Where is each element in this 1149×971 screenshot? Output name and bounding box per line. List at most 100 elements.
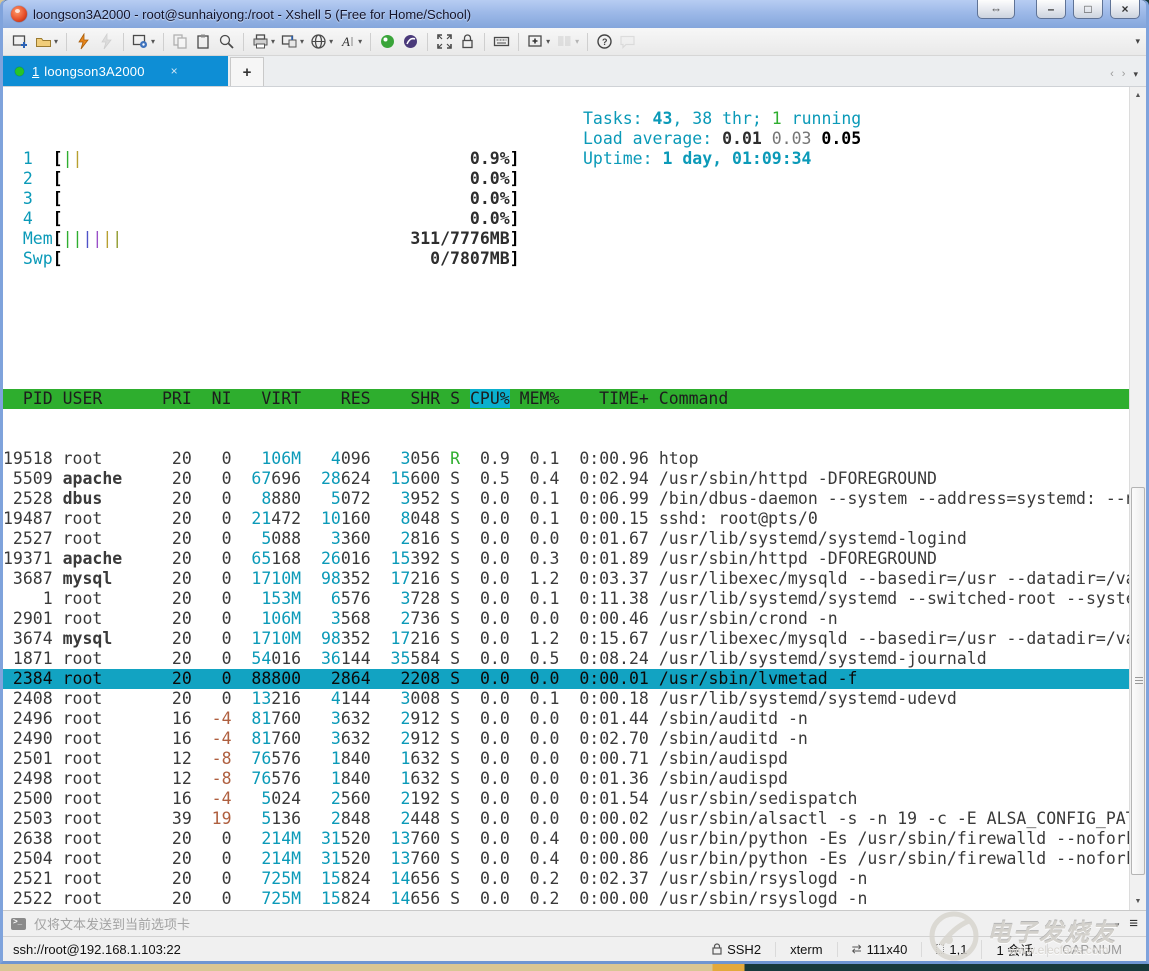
column-header-virt[interactable]: VIRT: [241, 389, 301, 408]
lock-icon: [712, 943, 722, 955]
column-header-pid[interactable]: PID: [3, 389, 53, 408]
scroll-up-icon[interactable]: [1130, 87, 1146, 104]
paste-icon[interactable]: [192, 31, 215, 53]
find-icon[interactable]: [215, 31, 238, 53]
process-row[interactable]: 2384 root 20 0 88800 2864 2208 S 0.0 0.0…: [3, 669, 1129, 689]
xshell-app-icon: [11, 6, 27, 22]
connected-status-icon: [15, 67, 24, 76]
column-header-pri[interactable]: PRI: [162, 389, 192, 408]
terminal[interactable]: 1 [|| 0.9%] 2 [ 0.0%] 3 [ 0.0%] 4 [: [3, 87, 1129, 910]
process-row[interactable]: 3687 mysql 20 0 1710M 98352 17216 S 0.0 …: [3, 569, 1129, 589]
title-bar[interactable]: loongson3A2000 - root@sunhaiyong:/root -…: [3, 0, 1146, 28]
open-session-icon[interactable]: ▾: [32, 31, 61, 53]
column-header-s[interactable]: S: [450, 389, 460, 408]
connect-icon[interactable]: [72, 31, 95, 53]
fullscreen-icon[interactable]: [433, 31, 456, 53]
dropdown-arrow-icon[interactable]: ▾: [329, 37, 333, 46]
svg-text:A: A: [341, 34, 350, 49]
process-row[interactable]: 2504 root 20 0 214M 31520 13760 S 0.0 0.…: [3, 849, 1129, 869]
scroll-down-icon[interactable]: [1130, 893, 1146, 910]
toolbar-separator: [587, 33, 588, 51]
screen-layout-icon[interactable]: ▾: [278, 31, 307, 53]
column-header-command[interactable]: Command: [659, 389, 729, 408]
web-browser-icon[interactable]: ▾: [307, 31, 336, 53]
command-bar-menu-icon[interactable]: [1129, 915, 1138, 933]
blank-line: [3, 329, 1129, 349]
print-icon[interactable]: ▾: [249, 31, 278, 53]
session-properties-icon[interactable]: ▾: [129, 31, 158, 53]
tab-bar: 1 loongson3A2000 + ‹ › ▾: [3, 56, 1146, 86]
status-1-1: 1,1: [921, 942, 981, 957]
terminal-area: 1 [|| 0.9%] 2 [ 0.0%] 3 [ 0.0%] 4 [: [3, 86, 1146, 910]
status-indicators: SSH2xterm⇄111x401,11 会话CAP NUM: [698, 940, 1136, 959]
lock-screen-icon[interactable]: [456, 31, 479, 53]
scrollbar-thumb[interactable]: [1131, 487, 1145, 875]
session-tab[interactable]: 1 loongson3A2000: [3, 56, 228, 86]
process-row[interactable]: 2522 root 20 0 725M 15824 14656 S 0.0 0.…: [3, 889, 1129, 909]
column-header-time[interactable]: TIME+: [569, 389, 648, 408]
column-header-shr[interactable]: SHR: [381, 389, 441, 408]
vertical-scrollbar[interactable]: [1129, 87, 1146, 910]
process-row[interactable]: 2901 root 20 0 106M 3568 2736 S 0.0 0.0 …: [3, 609, 1129, 629]
minimize-button[interactable]: –: [1036, 0, 1066, 19]
xmanager-icon[interactable]: [399, 31, 422, 53]
process-row[interactable]: 5509 apache 20 0 67696 28624 15600 S 0.5…: [3, 469, 1129, 489]
quick-command-bar: 仅将文本发送到当前选项卡: [3, 910, 1146, 936]
htop-table-header[interactable]: PID USER PRI NI VIRT RES SHR S CPU% MEM%…: [3, 389, 1129, 409]
process-row[interactable]: 2498 root 12 -8 76576 1840 1632 S 0.0 0.…: [3, 769, 1129, 789]
dropdown-arrow-icon[interactable]: ▾: [54, 37, 58, 46]
process-row[interactable]: 19371 apache 20 0 65168 26016 15392 S 0.…: [3, 549, 1129, 569]
new-tab-button[interactable]: +: [230, 57, 264, 86]
process-row[interactable]: 19518 root 20 0 106M 4096 3056 R 0.9 0.1…: [3, 449, 1129, 469]
column-header-user[interactable]: USER: [63, 389, 152, 408]
column-header-res[interactable]: RES: [311, 389, 371, 408]
font-icon[interactable]: A▾: [336, 31, 365, 53]
process-row[interactable]: 2408 root 20 0 13216 4144 3008 S 0.0 0.1…: [3, 689, 1129, 709]
copy-icon: [169, 31, 192, 53]
quick-command-input[interactable]: 仅将文本发送到当前选项卡: [34, 914, 190, 933]
process-row[interactable]: 1 root 20 0 153M 6576 3728 S 0.0 0.1 0:1…: [3, 589, 1129, 609]
dropdown-arrow-icon[interactable]: ▾: [575, 37, 579, 46]
process-row[interactable]: 2527 root 20 0 5088 3360 2816 S 0.0 0.0 …: [3, 529, 1129, 549]
process-row[interactable]: 2490 root 16 -4 81760 3632 2912 S 0.0 0.…: [3, 729, 1129, 749]
column-header-cpu[interactable]: CPU%: [470, 389, 510, 408]
process-row[interactable]: 2528 dbus 20 0 8880 5072 3952 S 0.0 0.1 …: [3, 489, 1129, 509]
dropdown-arrow-icon[interactable]: ▾: [271, 37, 275, 46]
process-row[interactable]: 2501 root 12 -8 76576 1840 1632 S 0.0 0.…: [3, 749, 1129, 769]
process-row[interactable]: 2500 root 16 -4 5024 2560 2192 S 0.0 0.0…: [3, 789, 1129, 809]
new-terminal-icon[interactable]: ▾: [524, 31, 553, 53]
window-controls: ⇔ –□ ×: [977, 0, 1140, 19]
process-row[interactable]: 2638 root 20 0 214M 31520 13760 S 0.0 0.…: [3, 829, 1129, 849]
process-row[interactable]: 2496 root 16 -4 81760 3632 2912 S 0.0 0.…: [3, 709, 1129, 729]
column-header-ni[interactable]: NI: [202, 389, 232, 408]
tab-scroll-left-icon[interactable]: ‹: [1110, 68, 1114, 80]
virtual-keyboard-icon[interactable]: [490, 31, 513, 53]
tab-list-dropdown-icon[interactable]: ▾: [1133, 69, 1138, 80]
status-xterm: xterm: [775, 942, 837, 957]
dropdown-arrow-icon[interactable]: ▾: [358, 37, 362, 46]
tab-close-icon[interactable]: [171, 64, 178, 78]
toolbar-overflow-icon[interactable]: ▾: [1135, 36, 1140, 47]
maximize-button[interactable]: □: [1073, 0, 1103, 19]
process-row[interactable]: 19487 root 20 0 21472 10160 8048 S 0.0 0…: [3, 509, 1129, 529]
dropdown-arrow-icon[interactable]: ▾: [546, 37, 550, 46]
toolbar-separator: [484, 33, 485, 51]
xshell-window: loongson3A2000 - root@sunhaiyong:/root -…: [0, 0, 1149, 964]
session-pane-toggle-button[interactable]: ⇔: [977, 0, 1015, 19]
column-header-mem[interactable]: MEM%: [520, 389, 560, 408]
new-session-icon[interactable]: [9, 31, 32, 53]
close-button[interactable]: ×: [1110, 0, 1140, 19]
process-row[interactable]: 2521 root 20 0 725M 15824 14656 S 0.0 0.…: [3, 869, 1129, 889]
dropdown-arrow-icon[interactable]: ▾: [300, 37, 304, 46]
xftp-icon[interactable]: [376, 31, 399, 53]
send-mode-dropdown-icon[interactable]: [1115, 915, 1120, 933]
help-icon[interactable]: ?: [593, 31, 616, 53]
htop-process-list: 19518 root 20 0 106M 4096 3056 R 0.9 0.1…: [3, 449, 1129, 910]
process-row[interactable]: 3674 mysql 20 0 1710M 98352 17216 S 0.0 …: [3, 629, 1129, 649]
process-row[interactable]: 1871 root 20 0 54016 36144 35584 S 0.0 0…: [3, 649, 1129, 669]
process-row[interactable]: 2503 root 39 19 5136 2848 2448 S 0.0 0.0…: [3, 809, 1129, 829]
toolbar-separator: [123, 33, 124, 51]
dropdown-arrow-icon[interactable]: ▾: [151, 37, 155, 46]
tab-scroll-right-icon[interactable]: ›: [1122, 68, 1126, 80]
meter-4: 4 [ 0.0%]: [3, 209, 1129, 229]
